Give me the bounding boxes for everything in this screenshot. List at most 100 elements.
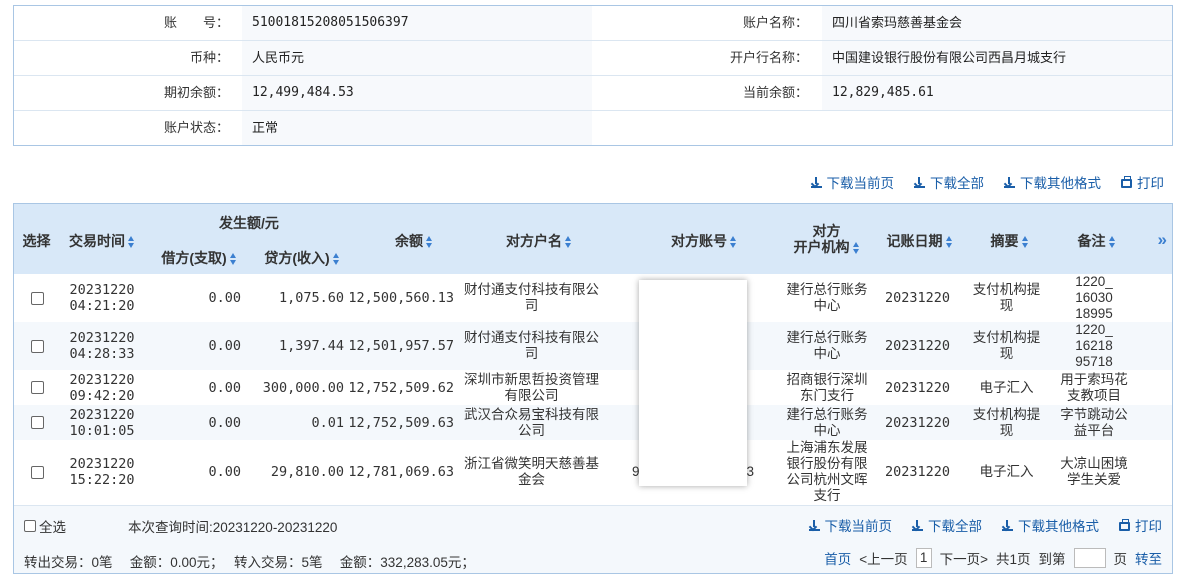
row-checkbox[interactable]: [30, 291, 44, 305]
header-counter-bank[interactable]: 对方 开户机构: [774, 223, 879, 255]
download-other-label: 下载其他格式: [1018, 519, 1099, 534]
account-fragment: 3: [746, 464, 754, 479]
header-balance[interactable]: 余额: [374, 231, 454, 251]
account-status-value: 正常: [242, 111, 592, 145]
download-all-label: 下载全部: [930, 176, 984, 191]
download-icon: [912, 519, 923, 531]
cell-summary: 电子汇入: [979, 379, 1034, 395]
header-debit[interactable]: 借方(支取): [149, 248, 249, 268]
download-icon: [1004, 176, 1015, 188]
sort-icon: [332, 253, 340, 266]
download-other-link[interactable]: 下载其他格式: [1002, 516, 1099, 534]
table-row: 20231220 15:22:20 0.00 29,810.00 12,781,069…: [14, 440, 1172, 504]
header-counterparty[interactable]: 对方户名: [474, 231, 604, 251]
prev-page-link[interactable]: <上一页: [859, 548, 907, 568]
cell-date: 20231220: [884, 338, 951, 354]
cell-name: 浙江省微笑明天慈善基 金会: [464, 456, 599, 487]
row-checkbox[interactable]: [30, 465, 44, 479]
redaction-overlay: [639, 280, 747, 486]
header-debit-label: 借方(支取): [161, 250, 227, 266]
header-counter-bank-label: 对方 开户机构: [793, 223, 850, 255]
print-label: 打印: [1137, 176, 1164, 191]
select-all-checkbox[interactable]: [24, 520, 36, 532]
select-cell: [14, 370, 60, 405]
download-all-link[interactable]: 下载全部: [914, 173, 984, 191]
header-remark-label: 备注: [1077, 233, 1106, 249]
current-balance-value: 12,829,485.61: [822, 76, 1172, 110]
download-current-link[interactable]: 下载当前页: [810, 173, 895, 191]
header-counterparty-label: 对方户名: [506, 233, 562, 249]
goto-label: 到第: [1038, 552, 1066, 567]
opening-balance-value: 12,499,484.53: [242, 76, 592, 110]
select-all[interactable]: 全选: [24, 516, 66, 536]
download-all-link[interactable]: 下载全部: [912, 516, 982, 534]
cell-bank: 建行总行账务 中心: [786, 406, 868, 438]
select-cell: [14, 322, 60, 370]
goto-page-input[interactable]: [1073, 548, 1106, 568]
header-post-date[interactable]: 记账日期: [882, 231, 957, 251]
cell-time: 20231220 15:22:20: [69, 456, 135, 488]
download-current-label: 下载当前页: [826, 176, 895, 191]
sort-icon: [1021, 236, 1029, 249]
info-row: 期初余额： 12,499,484.53 当前余额： 12,829,485.61: [14, 76, 1172, 111]
current-page[interactable]: 1: [915, 548, 932, 568]
cell-balance: 12,501,957.57: [348, 338, 454, 354]
download-other-label: 下载其他格式: [1020, 176, 1101, 191]
expand-columns-icon[interactable]: »: [1158, 230, 1168, 250]
cell-balance: 12,752,509.62: [348, 379, 454, 396]
first-page-link[interactable]: 首页: [824, 548, 851, 568]
sort-icon: [229, 253, 237, 266]
goto-button[interactable]: 转至: [1135, 548, 1162, 568]
select-cell: [14, 274, 60, 322]
sort-icon: [426, 236, 433, 249]
table-row: 20231220 04:21:20 0.00 1,075.60 12,500,560.…: [14, 274, 1172, 322]
header-credit[interactable]: 贷方(收入): [252, 248, 352, 268]
cell-credit: 1,397.44: [278, 338, 344, 354]
row-checkbox[interactable]: [30, 339, 44, 353]
account-number-value: 51001815208051506397: [242, 6, 592, 40]
cell-debit: 0.00: [208, 290, 241, 306]
cell-remark: 大凉山困境 学生关爱: [1060, 456, 1128, 487]
header-counter-account[interactable]: 对方账号: [654, 231, 754, 251]
cell-time: 20231220 10:01:05: [69, 406, 135, 439]
print-link[interactable]: 打印: [1119, 516, 1162, 534]
cell-debit: 0.00: [208, 338, 241, 354]
sort-icon: [1108, 236, 1116, 249]
row-checkbox[interactable]: [30, 381, 44, 394]
bottom-toolbar: 下载当前页 下载全部 下载其他格式 打印: [808, 516, 1162, 534]
cell-debit: 0.00: [208, 379, 241, 396]
account-name-value: 四川省索玛慈善基金会: [822, 6, 1172, 40]
bank-label: 开户行名称：: [729, 50, 808, 65]
header-select: 选择: [22, 233, 51, 249]
header-time[interactable]: 交易时间: [62, 231, 142, 251]
cell-name: 财付通支付科技有限公 司: [464, 282, 599, 313]
download-icon: [810, 176, 822, 188]
cell-remark: 1220_ 16218 95718: [1075, 322, 1113, 369]
row-checkbox[interactable]: [30, 416, 44, 429]
download-current-link[interactable]: 下载当前页: [808, 516, 892, 534]
cell-credit: 0.01: [311, 414, 344, 431]
transactions-table: 选择 交易时间 发生额/元 借方(支取) 贷方(收入) 余额 对方户名 对方账号…: [13, 203, 1173, 574]
header-summary-label: 摘要: [990, 233, 1019, 249]
header-counter-account-label: 对方账号: [671, 233, 727, 249]
sort-icon: [128, 236, 135, 249]
download-other-link[interactable]: 下载其他格式: [1004, 173, 1101, 191]
account-info-panel: 账 号： 51001815208051506397 账户名称： 四川省索玛慈善基…: [13, 5, 1173, 146]
printer-icon: [1119, 518, 1130, 531]
info-row: 账 号： 51001815208051506397 账户名称： 四川省索玛慈善基…: [14, 6, 1172, 41]
printer-icon: [1121, 175, 1132, 188]
table-header: 选择 交易时间 发生额/元 借方(支取) 贷方(收入) 余额 对方户名 对方账号…: [14, 204, 1172, 274]
download-all-label: 下载全部: [928, 519, 982, 534]
cell-credit: 300,000.00: [262, 379, 344, 396]
opening-balance-label: 期初余额：: [163, 85, 229, 100]
cell-summary: 电子汇入: [979, 464, 1034, 479]
header-summary[interactable]: 摘要: [972, 231, 1047, 251]
header-remark[interactable]: 备注: [1059, 231, 1134, 251]
cell-time: 20231220 09:42:20: [69, 371, 135, 404]
cell-name: 武汉合众易宝科技有限 公司: [464, 406, 599, 438]
cell-summary: 支付机构提 现: [972, 330, 1041, 361]
print-link[interactable]: 打印: [1121, 173, 1164, 191]
cell-time: 20231220 04:21:20: [69, 282, 135, 314]
top-toolbar: 下载当前页 下载全部 下载其他格式 打印: [810, 173, 1164, 191]
next-page-link[interactable]: 下一页>: [940, 548, 988, 568]
